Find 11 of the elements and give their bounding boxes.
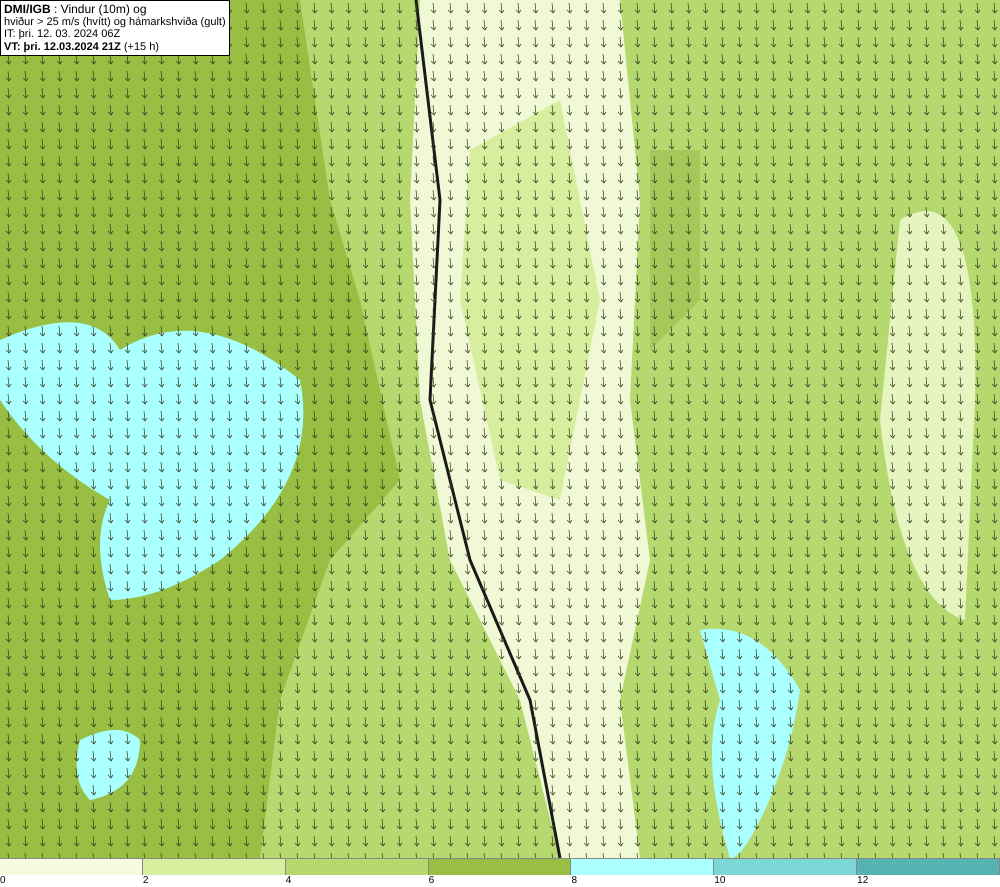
legend-label: 6 — [428, 875, 434, 887]
legend-label: 10 — [714, 875, 726, 887]
legend-label: 8 — [571, 875, 577, 887]
title-line: IT: þri. 12. 03. 2024 06Z — [4, 28, 122, 40]
legend-label: 4 — [286, 875, 292, 887]
legend-label: 0 — [0, 875, 6, 887]
legend-label: 2 — [142, 875, 148, 887]
legend-label: 12 — [857, 875, 868, 887]
title-line: DMI/IGB : Vindur (10m) og — [4, 3, 148, 16]
title-line: hviður > 25 m/s (hvítt) og hámarkshviða (gult) — [4, 16, 226, 28]
title-line: VT: þri. 12.03.2024 21Z (+15 h) — [4, 40, 160, 53]
